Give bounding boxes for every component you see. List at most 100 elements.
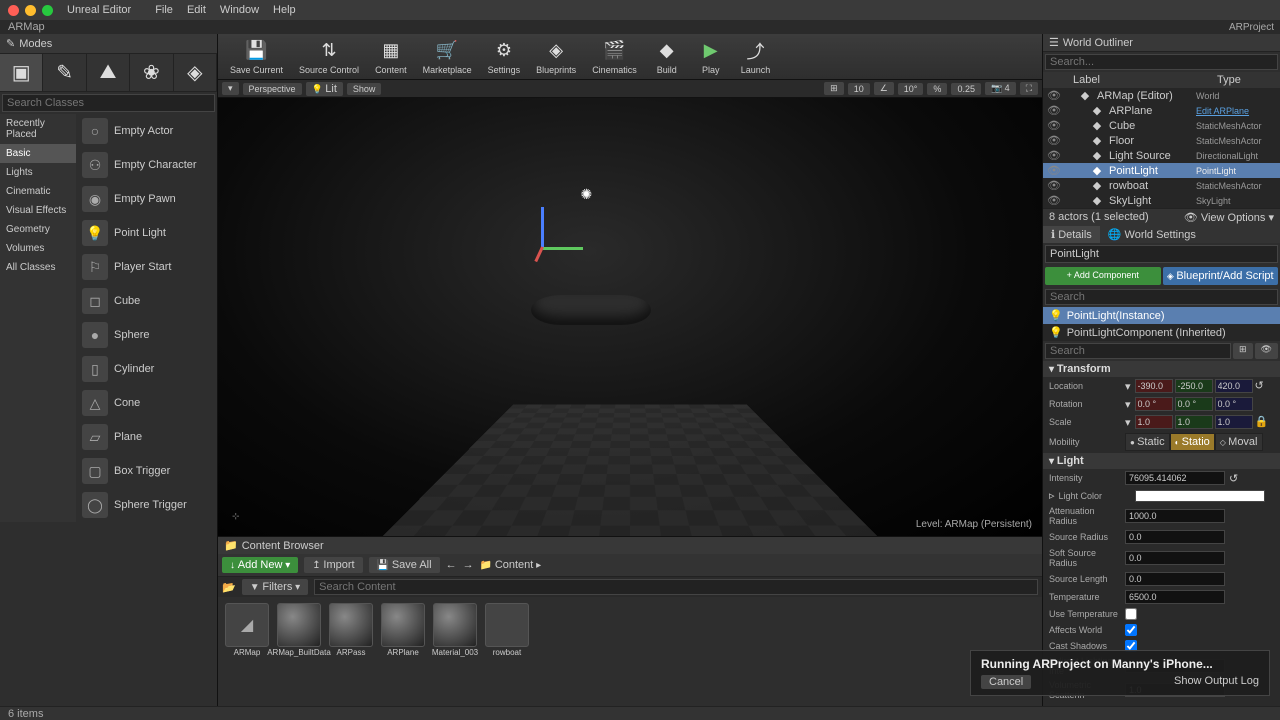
place-mode-tab[interactable]: ▣	[0, 54, 43, 91]
build-button[interactable]: ◆Build	[647, 37, 687, 77]
component-search-input[interactable]	[1045, 289, 1278, 305]
category-cinematic[interactable]: Cinematic	[0, 182, 76, 201]
settings-button[interactable]: ⚙Settings	[482, 37, 527, 77]
add-component-button[interactable]: + Add Component	[1045, 267, 1161, 285]
show-dropdown[interactable]: Show	[347, 83, 382, 95]
actor-sphere-trigger[interactable]: ◯Sphere Trigger	[76, 488, 217, 522]
snap-grid-toggle[interactable]: ⊞	[824, 82, 844, 95]
modes-panel-header[interactable]: ✎ Modes	[0, 34, 217, 54]
outliner-row-skylight[interactable]: 👁◆SkyLightSkyLight	[1043, 193, 1280, 208]
actor-cube[interactable]: ◻Cube	[76, 284, 217, 318]
light-color-swatch[interactable]	[1135, 490, 1265, 502]
outliner-row-pointlight[interactable]: 👁◆PointLightPointLight	[1043, 163, 1280, 178]
toast-show-log-link[interactable]: Show Output Log	[1174, 675, 1259, 689]
add-new-button[interactable]: ↓ Add New ▾	[222, 557, 298, 573]
visibility-icon[interactable]: 👁	[1047, 194, 1061, 207]
blueprints-button[interactable]: ◈Blueprints	[530, 37, 582, 77]
world-settings-tab[interactable]: 🌐World Settings	[1100, 226, 1204, 243]
paint-mode-tab[interactable]: ✎	[43, 54, 86, 91]
location-x-input[interactable]	[1135, 379, 1173, 393]
actor-empty-character[interactable]: ⚇Empty Character	[76, 148, 217, 182]
blueprint-button[interactable]: ◈ Blueprint/Add Script	[1163, 267, 1279, 285]
use-temperature-checkbox[interactable]	[1125, 608, 1137, 620]
source-radius-input[interactable]	[1125, 530, 1225, 544]
view-options-button[interactable]: 👁 View Options ▾	[1184, 211, 1274, 224]
actor-empty-pawn[interactable]: ◉Empty Pawn	[76, 182, 217, 216]
scale-z-input[interactable]	[1215, 415, 1253, 429]
mobility-static[interactable]: ● Static	[1125, 433, 1170, 451]
actor-empty-actor[interactable]: ○Empty Actor	[76, 114, 217, 148]
rotation-x-input[interactable]	[1135, 397, 1173, 411]
temperature-input[interactable]	[1125, 590, 1225, 604]
column-label[interactable]: Label	[1043, 72, 1215, 88]
asset-rowboat[interactable]: rowboat	[484, 603, 530, 658]
world-outliner-tab[interactable]: ☰ World Outliner	[1043, 34, 1280, 52]
expand-advanced-icon[interactable]: ▾	[1043, 702, 1280, 706]
rotation-y-input[interactable]	[1175, 397, 1213, 411]
mobility-movable[interactable]: ◇ Moval	[1215, 433, 1263, 451]
outliner-row-cube[interactable]: 👁◆CubeStaticMeshActor	[1043, 118, 1280, 133]
category-recently-placed[interactable]: Recently Placed	[0, 114, 76, 144]
category-basic[interactable]: Basic	[0, 144, 76, 163]
gizmo-y-axis[interactable]	[543, 247, 583, 250]
snap-scale-value[interactable]: 0.25	[951, 83, 981, 95]
source-control-button[interactable]: ⇅Source Control	[293, 37, 365, 77]
details-view-options[interactable]: ⊞	[1233, 343, 1253, 359]
outliner-row-rowboat[interactable]: 👁◆rowboatStaticMeshActor	[1043, 178, 1280, 193]
actor-name-input[interactable]	[1045, 245, 1278, 263]
maximize-viewport[interactable]: ⛶	[1020, 82, 1038, 95]
gizmo-z-axis[interactable]	[541, 207, 544, 247]
mobility-stationary[interactable]: ◐ Statio	[1170, 433, 1215, 451]
search-content-input[interactable]	[314, 579, 1038, 595]
actor-player-start[interactable]: ⚐Player Start	[76, 250, 217, 284]
actor-plane[interactable]: ▱Plane	[76, 420, 217, 454]
viewport[interactable]: ✺ ⊹ Level: ARMap (Persistent)	[218, 98, 1042, 536]
location-z-input[interactable]	[1215, 379, 1253, 393]
reset-location-icon[interactable]: ↺	[1255, 379, 1264, 393]
breadcrumb[interactable]: 📁 Content ▸	[480, 559, 542, 571]
outliner-row-floor[interactable]: 👁◆FloorStaticMeshActor	[1043, 133, 1280, 148]
menu-window[interactable]: Window	[220, 4, 259, 16]
category-volumes[interactable]: Volumes	[0, 239, 76, 258]
attenuation-radius-input[interactable]	[1125, 509, 1225, 523]
lit-dropdown[interactable]: 💡 Lit	[306, 82, 343, 96]
outliner-row-light-source[interactable]: 👁◆Light SourceDirectionalLight	[1043, 148, 1280, 163]
cinematics-button[interactable]: 🎬Cinematics	[586, 37, 643, 77]
play-button[interactable]: ▶Play	[691, 37, 731, 77]
maximize-window-icon[interactable]	[42, 5, 53, 16]
asset-arplane[interactable]: ARPlane	[380, 603, 426, 658]
asset-material_003[interactable]: Material_003	[432, 603, 478, 658]
landscape-mode-tab[interactable]: ⛰	[87, 54, 130, 91]
filters-button[interactable]: ▼ Filters ▾	[242, 579, 308, 595]
details-lock-icon[interactable]: 👁	[1255, 343, 1278, 359]
visibility-icon[interactable]: 👁	[1047, 134, 1061, 147]
lock-scale-icon[interactable]: 🔒	[1255, 415, 1269, 429]
close-window-icon[interactable]	[8, 5, 19, 16]
column-type[interactable]: Type	[1215, 72, 1280, 88]
component-pointlightcomponent-inherited-[interactable]: 💡PointLightComponent (Inherited)	[1043, 324, 1280, 341]
affects-world-checkbox[interactable]	[1125, 624, 1137, 636]
launch-button[interactable]: ⤴Launch	[735, 37, 777, 77]
location-y-input[interactable]	[1175, 379, 1213, 393]
snap-scale-toggle[interactable]: %	[927, 83, 947, 95]
actor-box-trigger[interactable]: ▢Box Trigger	[76, 454, 217, 488]
nav-back-button[interactable]: ←	[446, 559, 457, 571]
soft-source-radius-input[interactable]	[1125, 551, 1225, 565]
save-current-button[interactable]: 💾Save Current	[224, 37, 289, 77]
visibility-icon[interactable]: 👁	[1047, 89, 1061, 102]
asset-armap[interactable]: ◢ARMap	[224, 603, 270, 658]
actor-sphere[interactable]: ●Sphere	[76, 318, 217, 352]
light-section-header[interactable]: ▾ Light	[1043, 453, 1280, 469]
asset-arpass[interactable]: ARPass	[328, 603, 374, 658]
content-button[interactable]: ▦Content	[369, 37, 413, 77]
snap-grid-value[interactable]: 10	[848, 83, 870, 95]
category-lights[interactable]: Lights	[0, 163, 76, 182]
marketplace-button[interactable]: 🛒Marketplace	[417, 37, 478, 77]
actor-point-light[interactable]: 💡Point Light	[76, 216, 217, 250]
geometry-mode-tab[interactable]: ◈	[174, 54, 217, 91]
gizmo-x-axis[interactable]	[534, 246, 543, 262]
details-search-input[interactable]	[1045, 343, 1231, 359]
outliner-row-arplane[interactable]: 👁◆ARPlaneEdit ARPlane	[1043, 103, 1280, 118]
category-all-classes[interactable]: All Classes	[0, 258, 76, 277]
visibility-icon[interactable]: 👁	[1047, 164, 1061, 177]
